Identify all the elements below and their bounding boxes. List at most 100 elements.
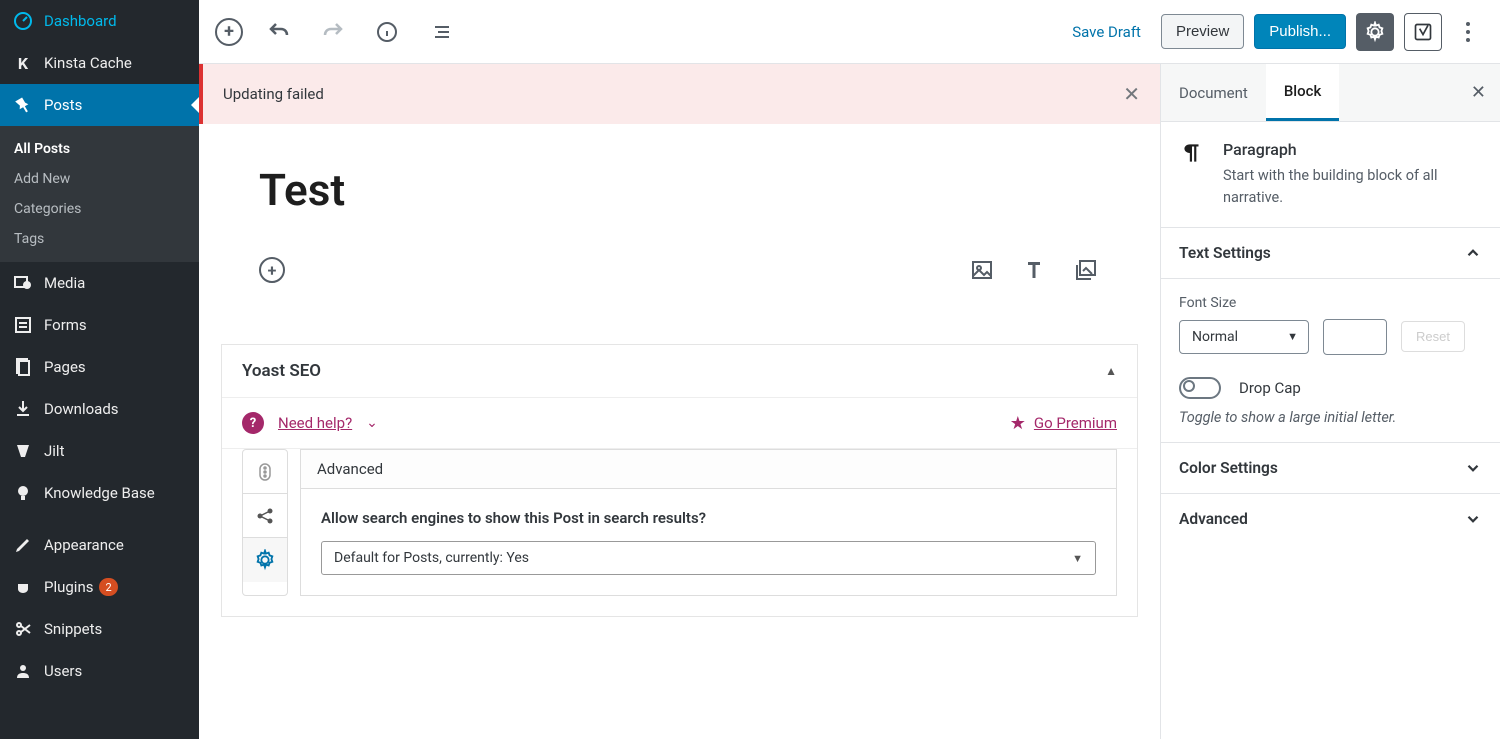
publish-button[interactable]: Publish...: [1254, 14, 1346, 49]
admin-sidebar: Dashboard K Kinsta Cache Posts All Posts…: [0, 0, 199, 739]
kinsta-icon: K: [12, 52, 34, 74]
chevron-down-icon: ⌄: [366, 415, 378, 431]
sidebar-item-snippets[interactable]: Snippets: [0, 608, 199, 650]
need-help-link[interactable]: Need help?: [278, 414, 352, 432]
settings-panel: Document Block ✕ Paragraph Start with th…: [1160, 64, 1500, 739]
sidebar-item-users[interactable]: Users: [0, 650, 199, 692]
sidebar-item-knowledge[interactable]: Knowledge Base: [0, 472, 199, 514]
sidebar-item-pages[interactable]: Pages: [0, 346, 199, 388]
submenu-tags[interactable]: Tags: [0, 224, 199, 254]
sidebar-item-posts[interactable]: Posts: [0, 84, 199, 126]
sidebar-item-label: Users: [44, 662, 82, 680]
sidebar-item-label: Kinsta Cache: [44, 54, 132, 72]
yoast-button[interactable]: [1404, 13, 1442, 51]
chevron-down-icon: [1464, 510, 1482, 528]
submenu-add-new[interactable]: Add New: [0, 164, 199, 194]
sidebar-item-label: Dashboard: [44, 12, 117, 30]
plugins-badge: 2: [99, 578, 117, 596]
sidebar-item-label: Snippets: [44, 620, 102, 638]
outline-button[interactable]: [423, 14, 459, 50]
drop-cap-label: Drop Cap: [1239, 379, 1301, 397]
more-options-button[interactable]: [1452, 22, 1484, 42]
posts-submenu: All Posts Add New Categories Tags: [0, 126, 199, 262]
sidebar-item-jilt[interactable]: Jilt: [0, 430, 199, 472]
block-name: Paragraph: [1223, 140, 1482, 159]
sidebar-item-label: Forms: [44, 316, 87, 334]
font-size-label: Font Size: [1179, 295, 1482, 311]
yoast-meta-box: Yoast SEO ▲ ? Need help? ⌄ ★ Go Premium: [221, 344, 1138, 617]
submenu-all-posts[interactable]: All Posts: [0, 134, 199, 164]
info-button[interactable]: [369, 14, 405, 50]
submenu-categories[interactable]: Categories: [0, 194, 199, 224]
sidebar-item-label: Downloads: [44, 400, 119, 418]
add-block-button[interactable]: +: [215, 18, 243, 46]
notice-close-button[interactable]: ✕: [1123, 82, 1140, 106]
notice-text: Updating failed: [223, 85, 324, 103]
tab-block[interactable]: Block: [1266, 64, 1339, 121]
undo-button[interactable]: [261, 14, 297, 50]
bulb-icon: [12, 482, 34, 504]
sidebar-item-label: Posts: [44, 96, 82, 114]
color-settings-header[interactable]: Color Settings: [1161, 443, 1500, 494]
jilt-icon: [12, 440, 34, 462]
chevron-up-icon: ▲: [1105, 364, 1117, 378]
sidebar-item-downloads[interactable]: Downloads: [0, 388, 199, 430]
image-block-icon[interactable]: [968, 256, 996, 284]
sidebar-item-label: Knowledge Base: [44, 484, 155, 502]
pin-icon: [12, 94, 34, 116]
reset-button[interactable]: Reset: [1401, 321, 1465, 352]
media-icon: [12, 272, 34, 294]
gallery-block-icon[interactable]: [1072, 256, 1100, 284]
yoast-index-select[interactable]: Default for Posts, currently: Yes ▼: [321, 541, 1096, 575]
text-settings-header[interactable]: Text Settings: [1161, 228, 1500, 279]
star-icon: ★: [1010, 413, 1026, 434]
sidebar-item-dashboard[interactable]: Dashboard: [0, 0, 199, 42]
help-icon: ?: [242, 412, 264, 434]
drop-cap-hint: Toggle to show a large initial letter.: [1179, 409, 1482, 426]
plug-icon: [12, 576, 34, 598]
font-size-input[interactable]: [1323, 319, 1387, 355]
sidebar-item-label: Appearance: [44, 536, 124, 554]
font-size-select[interactable]: Normal ▼: [1179, 320, 1309, 354]
tab-document[interactable]: Document: [1161, 66, 1266, 120]
settings-button[interactable]: [1356, 13, 1394, 51]
block-description: Start with the building block of all nar…: [1223, 165, 1482, 209]
yoast-title: Yoast SEO: [242, 361, 321, 381]
yoast-vertical-tabs: [242, 449, 288, 596]
insert-block-button[interactable]: +: [259, 257, 285, 283]
advanced-header[interactable]: Advanced: [1161, 494, 1500, 544]
users-icon: [12, 660, 34, 682]
sidebar-item-appearance[interactable]: Appearance: [0, 524, 199, 566]
sidebar-item-label: Plugins: [44, 578, 93, 596]
sidebar-item-label: Media: [44, 274, 85, 292]
yoast-header[interactable]: Yoast SEO ▲: [222, 345, 1137, 398]
editor-toolbar: + Save Draft Preview Publish...: [199, 0, 1500, 64]
redo-button[interactable]: [315, 14, 351, 50]
yoast-question: Allow search engines to show this Post i…: [321, 509, 1096, 527]
download-icon: [12, 398, 34, 420]
heading-block-icon[interactable]: [1020, 256, 1048, 284]
sidebar-item-forms[interactable]: Forms: [0, 304, 199, 346]
yoast-tab-social[interactable]: [243, 494, 287, 538]
drop-cap-toggle[interactable]: [1179, 377, 1221, 399]
yoast-tab-advanced[interactable]: [243, 538, 287, 582]
chevron-down-icon: [1464, 459, 1482, 477]
sidebar-item-kinsta[interactable]: K Kinsta Cache: [0, 42, 199, 84]
save-draft-button[interactable]: Save Draft: [1062, 15, 1151, 49]
post-title-input[interactable]: Test: [259, 164, 1100, 216]
pages-icon: [12, 356, 34, 378]
chevron-down-icon: ▼: [1287, 330, 1298, 343]
sidebar-item-label: Pages: [44, 358, 86, 376]
sidebar-item-label: Jilt: [44, 442, 64, 460]
chevron-down-icon: ▼: [1072, 552, 1083, 565]
preview-button[interactable]: Preview: [1161, 14, 1244, 49]
panel-close-button[interactable]: ✕: [1471, 82, 1486, 103]
go-premium-link[interactable]: Go Premium: [1034, 414, 1117, 432]
paragraph-icon: [1179, 140, 1207, 209]
yoast-tab-readability[interactable]: [243, 450, 287, 494]
sidebar-item-media[interactable]: Media: [0, 262, 199, 304]
scissors-icon: [12, 618, 34, 640]
chevron-up-icon: [1464, 244, 1482, 262]
sidebar-item-plugins[interactable]: Plugins 2: [0, 566, 199, 608]
dashboard-icon: [12, 10, 34, 32]
